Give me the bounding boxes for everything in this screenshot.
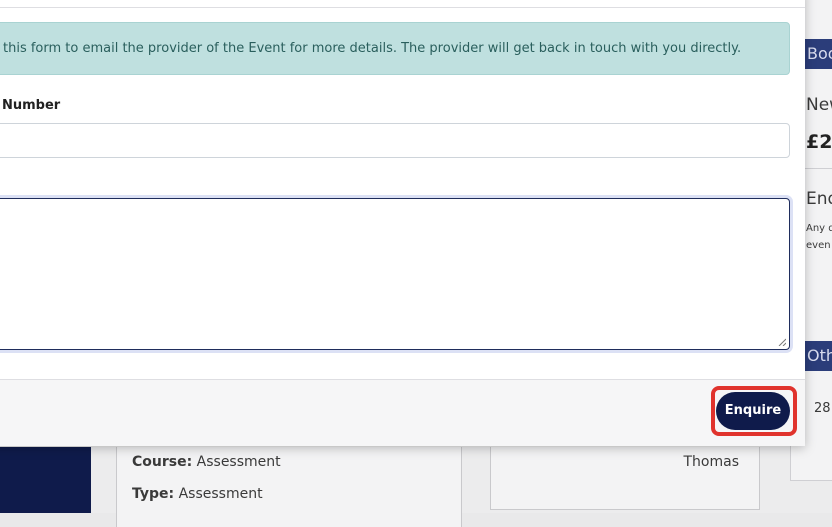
other-events-header: Othe — [805, 341, 832, 371]
sidebar-divider — [805, 168, 832, 169]
phone-number-label: Number — [2, 98, 61, 113]
enquire-note-line1: Any q — [806, 223, 832, 234]
course-label: Course: — [132, 454, 193, 470]
provider-name: Thomas — [683, 454, 739, 470]
event-details-card: Course: Assessment Type: Assessment — [116, 447, 462, 527]
ticket-name: New — [806, 95, 832, 115]
info-alert: this form to email the provider of the E… — [0, 22, 790, 75]
type-label: Type: — [132, 486, 175, 502]
course-row: Course: Assessment — [132, 454, 281, 470]
course-value: Assessment — [196, 454, 281, 470]
enquiry-modal: this form to email the provider of the E… — [0, 0, 805, 446]
enquire-heading: Enq — [806, 189, 832, 209]
left-nav-sidebar — [0, 447, 91, 513]
phone-number-input[interactable] — [0, 123, 790, 158]
message-textarea[interactable] — [0, 198, 790, 350]
modal-header-divider — [0, 7, 805, 8]
type-value: Assessment — [178, 486, 263, 502]
booking-header: Boo — [805, 39, 832, 69]
enquire-button[interactable]: Enquire — [716, 392, 790, 430]
enquire-note-line2: even — [806, 240, 831, 251]
modal-footer — [0, 380, 805, 446]
type-row: Type: Assessment — [132, 486, 263, 502]
ticket-price: £2 — [806, 131, 832, 153]
provider-card: Thomas — [490, 447, 760, 510]
other-event-number: 28 — [814, 401, 831, 416]
resize-handle-icon[interactable] — [778, 338, 786, 346]
